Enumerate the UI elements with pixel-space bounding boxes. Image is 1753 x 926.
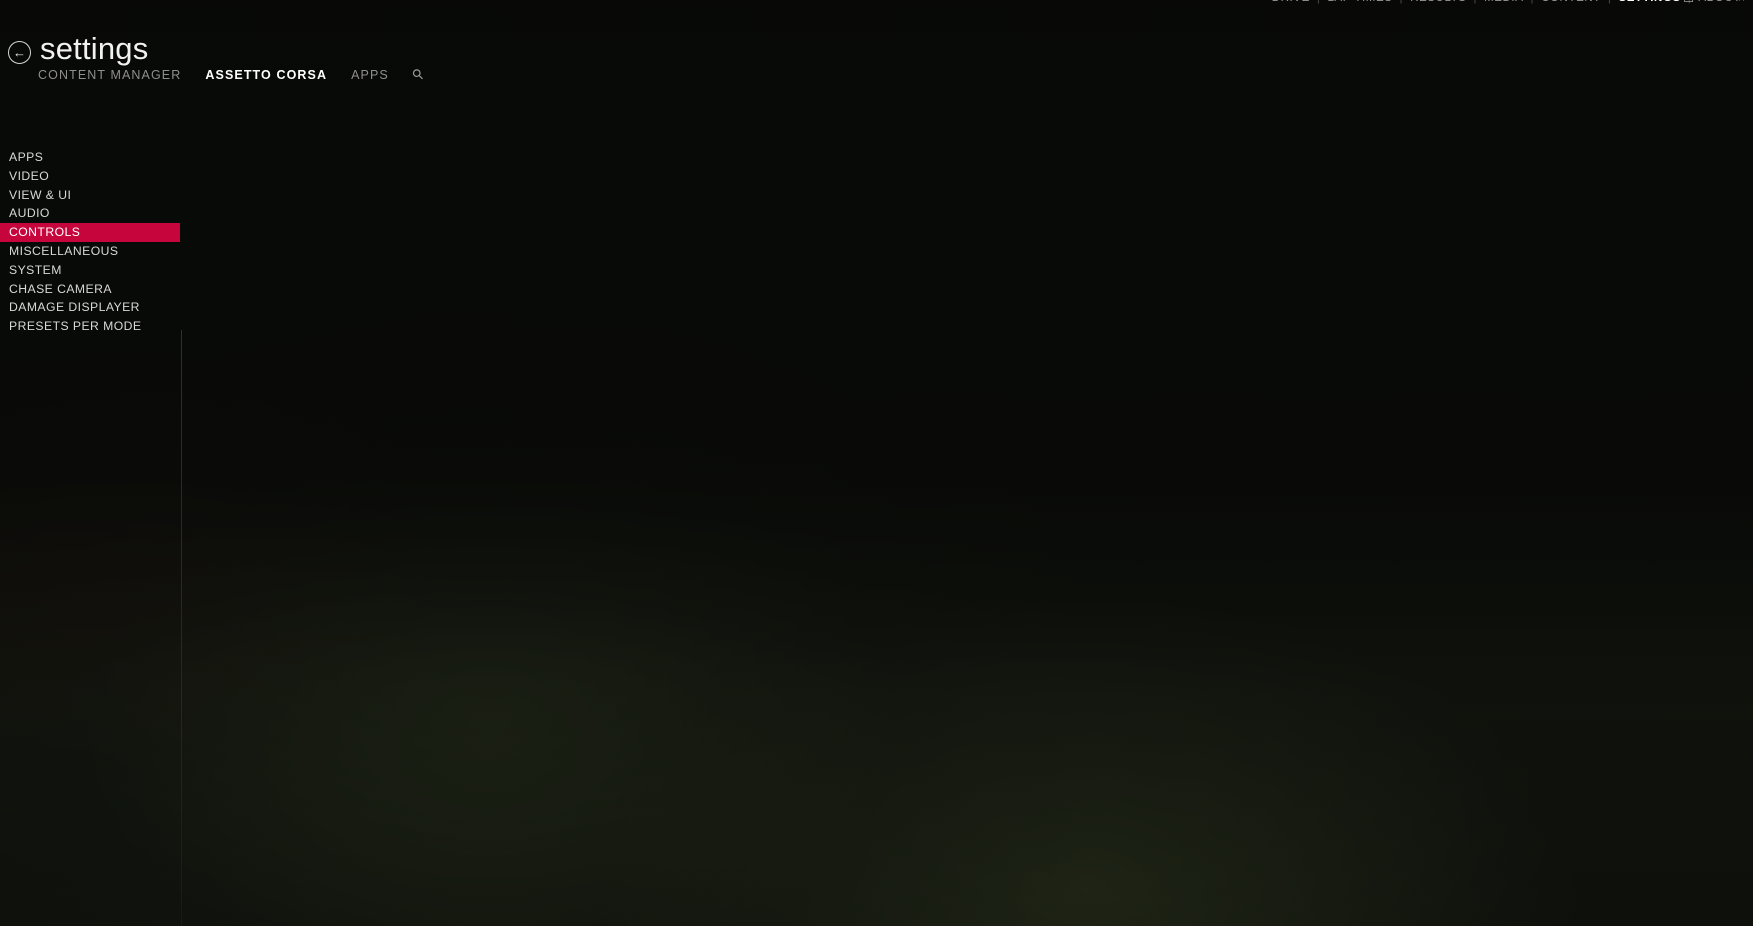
search-icon[interactable]: ⚲	[408, 65, 427, 84]
sidebar-item-label: PRESETS PER MODE	[9, 319, 142, 334]
sidebar: APPS VIDEO VIEW & UI AUDIO CONTROLS MISCELLAN…	[0, 148, 180, 336]
sidebar-item-damage-displayer[interactable]: DAMAGE DISPLAYER	[0, 298, 180, 317]
sidebar-item-label: VIEW & UI	[9, 187, 72, 202]
header-tab-apps[interactable]: APPS	[351, 68, 389, 82]
page-header: ← settings CONTENT MANAGER ASSETTO CORSA A…	[0, 31, 1753, 90]
sidebar-item-label: DAMAGE DISPLAYER	[9, 300, 140, 315]
page-title: settings	[40, 31, 149, 66]
sidebar-item-label: APPS	[9, 150, 44, 164]
sidebar-item-controls[interactable]: CONTROLS	[0, 223, 180, 242]
topnav-item-media[interactable]: MEDIA	[1484, 0, 1523, 4]
sidebar-item-label: SYSTEM	[9, 262, 62, 277]
sidebar-divider	[181, 329, 182, 926]
sidebar-item-label: CONTROLS	[9, 225, 81, 240]
topnav-item-lap-times[interactable]: LAP TIMES	[1327, 0, 1392, 4]
header-tabs: CONTENT MANAGER ASSETTO CORSA APPS ⚲	[38, 65, 427, 84]
window-controls: — ☐ ×	[1627, 0, 1745, 5]
sidebar-item-label: VIDEO	[9, 168, 50, 183]
sidebar-item-audio[interactable]: AUDIO	[0, 204, 180, 223]
window-minimize-icon[interactable]: —	[1627, 0, 1639, 5]
window-close-icon[interactable]: ×	[1738, 0, 1745, 5]
topnav-separator: |	[1608, 0, 1612, 4]
back-button[interactable]: ←	[8, 41, 31, 64]
header-tab-content-manager[interactable]: CONTENT MANAGER	[38, 68, 181, 82]
sidebar-item-video[interactable]: VIDEO	[0, 167, 180, 186]
sidebar-item-system[interactable]: SYSTEM	[0, 261, 180, 280]
back-arrow-icon: ←	[13, 45, 26, 60]
sidebar-item-miscellaneous[interactable]: MISCELLANEOUS	[0, 242, 180, 261]
sidebar-item-presets-per-mode[interactable]: PRESETS PER MODE	[0, 317, 180, 336]
topnav-separator: |	[1531, 0, 1535, 4]
sidebar-item-apps[interactable]: APPS	[0, 148, 180, 167]
sidebar-item-label: MISCELLANEOUS	[9, 243, 119, 258]
sidebar-item-label: CHASE CAMERA	[9, 281, 112, 296]
sidebar-item-label: AUDIO	[9, 206, 50, 221]
topnav-item-content[interactable]: CONTENT	[1541, 0, 1601, 4]
topnav-separator: |	[1400, 0, 1404, 4]
window-maximize-icon[interactable]: ☐	[1683, 0, 1694, 5]
topnav-separator: |	[1317, 0, 1321, 4]
topnav-separator: |	[1473, 0, 1477, 4]
top-navigation-bar: DRIVE|LAP TIMES|RESULTS|MEDIA|CONTENT|SE…	[0, 0, 1753, 14]
sidebar-item-chase-camera[interactable]: CHASE CAMERA	[0, 280, 180, 299]
sidebar-item-view-ui[interactable]: VIEW & UI	[0, 186, 180, 205]
topnav-item-results[interactable]: RESULTS	[1410, 0, 1466, 4]
topnav-item-drive[interactable]: DRIVE	[1272, 0, 1310, 4]
app-window: DRIVE|LAP TIMES|RESULTS|MEDIA|CONTENT|SE…	[0, 0, 1753, 926]
header-tab-assetto-corsa[interactable]: ASSETTO CORSA	[205, 68, 327, 82]
